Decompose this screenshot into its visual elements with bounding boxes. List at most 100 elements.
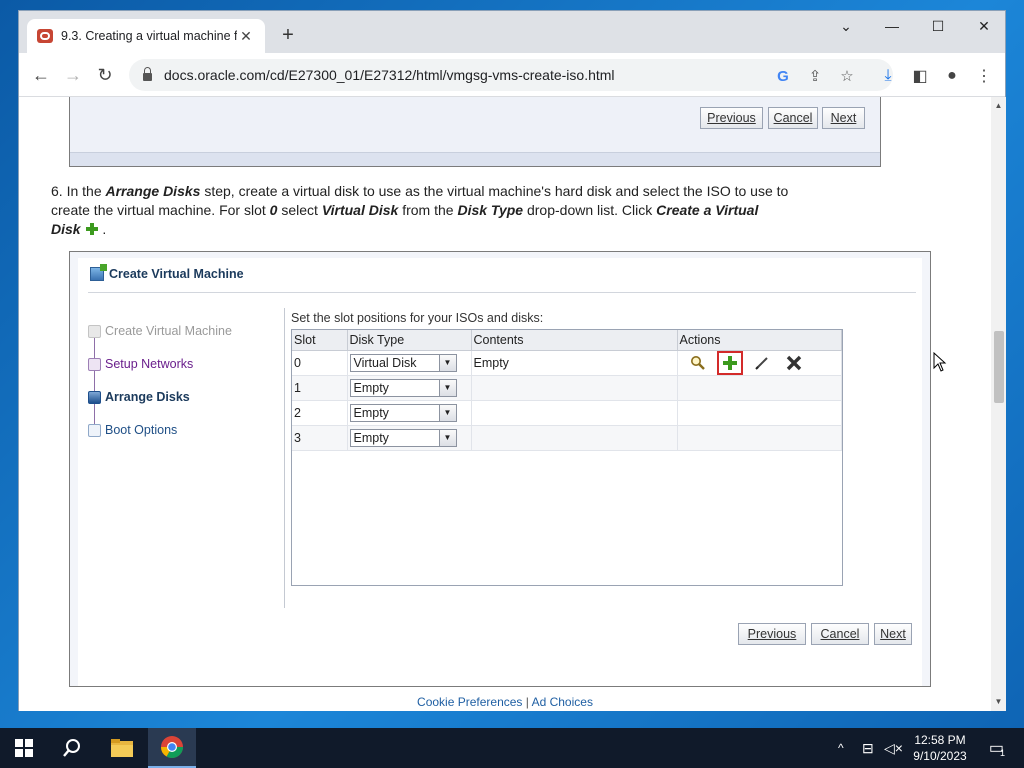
browser-tab[interactable]: 9.3. Creating a virtual machine fr ✕ bbox=[27, 19, 265, 53]
clock-date: 9/10/2023 bbox=[913, 749, 967, 763]
show-hidden-icons[interactable]: ^ bbox=[838, 728, 844, 768]
bookmark-star-icon[interactable]: ☆ bbox=[837, 66, 857, 86]
taskbar: ^ ⊟ ◁× 12:58 PM 9/10/2023 ▭ 1 bbox=[0, 728, 1024, 768]
disk-type-select[interactable]: Empty ▼ bbox=[349, 428, 457, 447]
train-connector bbox=[94, 334, 95, 434]
vertical-divider bbox=[284, 308, 285, 608]
clock[interactable]: 12:58 PM 9/10/2023 bbox=[906, 732, 974, 764]
back-arrow-icon[interactable]: ← bbox=[29, 63, 53, 87]
step-marker-icon bbox=[88, 324, 101, 338]
select-value: Empty bbox=[353, 380, 389, 395]
contents-cell bbox=[471, 400, 678, 426]
contents-cell bbox=[471, 425, 678, 451]
edit-pencil-icon[interactable] bbox=[750, 352, 774, 374]
file-explorer-icon[interactable] bbox=[98, 728, 146, 768]
disk-type-select[interactable]: Empty ▼ bbox=[349, 403, 457, 422]
select-value: Virtual Disk bbox=[353, 355, 417, 370]
previous-button: Previous bbox=[700, 107, 763, 129]
disk-type-cell: Empty ▼ bbox=[347, 400, 472, 426]
dialog-previous-button: Previous bbox=[738, 623, 806, 645]
oracle-favicon-icon bbox=[37, 29, 53, 43]
virtual-disk-term: Virtual Disk bbox=[321, 202, 399, 218]
vertical-scrollbar[interactable]: ▲ ▼ bbox=[991, 97, 1006, 711]
forward-arrow-icon[interactable]: → bbox=[61, 63, 85, 87]
google-translate-icon[interactable]: G bbox=[773, 66, 793, 86]
slot-cell: 0 bbox=[292, 350, 348, 376]
plus-icon bbox=[722, 355, 737, 370]
previous-screenshot-frame: Previous Cancel Next bbox=[69, 97, 881, 167]
title-divider bbox=[88, 292, 916, 293]
page-viewport: Previous Cancel Next 6. In the Arrange D… bbox=[19, 97, 991, 711]
table-row: 0 Virtual Disk ▼ Empty bbox=[292, 350, 842, 376]
close-tab-icon[interactable]: ✕ bbox=[237, 28, 255, 45]
network-icon[interactable]: ⊟ bbox=[862, 728, 874, 768]
scroll-down-icon[interactable]: ▼ bbox=[994, 697, 1003, 706]
maximize-button[interactable]: ☐ bbox=[915, 11, 961, 41]
mouse-cursor-icon bbox=[933, 351, 947, 375]
new-tab-button[interactable]: + bbox=[277, 25, 299, 45]
contents-cell bbox=[471, 375, 678, 401]
step-text: select bbox=[277, 202, 322, 218]
share-icon[interactable]: ⇪ bbox=[805, 66, 825, 86]
close-window-button[interactable]: ✕ bbox=[961, 11, 1007, 41]
volume-muted-icon[interactable]: ◁× bbox=[884, 728, 903, 768]
scroll-up-icon[interactable]: ▲ bbox=[994, 101, 1003, 110]
train-step-create-vm: Create Virtual Machine bbox=[88, 324, 232, 338]
cookie-preferences-link[interactable]: Cookie Preferences bbox=[417, 695, 522, 709]
column-header-slot: Slot bbox=[292, 330, 348, 351]
table-row: 3 Empty ▼ bbox=[292, 425, 842, 451]
profile-icon[interactable]: ● bbox=[941, 65, 963, 87]
address-bar[interactable]: docs.oracle.com/cd/E27300_01/E27312/html… bbox=[129, 59, 893, 91]
disk-type-select[interactable]: Empty ▼ bbox=[349, 378, 457, 397]
disk-type-select[interactable]: Virtual Disk ▼ bbox=[349, 353, 457, 372]
train-step-arrange-disks: Arrange Disks bbox=[88, 390, 190, 404]
step-marker-icon bbox=[88, 423, 101, 437]
ad-choices-link[interactable]: Ad Choices bbox=[532, 695, 593, 709]
notifications-icon[interactable]: ▭ 1 bbox=[982, 728, 1012, 768]
create-vm-icon bbox=[90, 264, 107, 281]
actions-cell bbox=[677, 350, 842, 376]
search-icon[interactable] bbox=[686, 352, 710, 374]
reload-icon[interactable]: ↻ bbox=[93, 63, 117, 87]
windows-start-icon[interactable] bbox=[0, 728, 48, 768]
scroll-thumb[interactable] bbox=[994, 331, 1004, 403]
train-step-label: Create Virtual Machine bbox=[105, 324, 232, 338]
contents-cell: Empty bbox=[471, 350, 678, 376]
dialog-cancel-button: Cancel bbox=[811, 623, 869, 645]
tab-title: 9.3. Creating a virtual machine fr bbox=[61, 29, 237, 43]
dialog-title-text: Create Virtual Machine bbox=[109, 267, 244, 281]
dropdown-arrow-icon: ▼ bbox=[438, 379, 456, 396]
minimize-button[interactable]: — bbox=[869, 11, 915, 41]
chrome-taskbar-icon[interactable] bbox=[148, 728, 196, 768]
step-marker-icon bbox=[88, 390, 101, 404]
step-text: In the bbox=[66, 183, 106, 199]
slot-cell: 3 bbox=[292, 425, 348, 451]
menu-kebab-icon[interactable]: ⋮ bbox=[973, 65, 995, 87]
tab-search-icon[interactable]: ⌄ bbox=[823, 11, 869, 41]
step-marker-icon bbox=[88, 357, 101, 371]
url-text: docs.oracle.com/cd/E27300_01/E27312/html… bbox=[164, 67, 615, 83]
side-panel-icon[interactable]: ◧ bbox=[909, 65, 931, 87]
dialog-body: Create Virtual Machine Create Virtual Ma… bbox=[78, 258, 922, 686]
download-icon[interactable]: ⤓ bbox=[877, 65, 899, 87]
browser-toolbar: ← → ↻ docs.oracle.com/cd/E27300_01/E2731… bbox=[19, 53, 1005, 97]
create-virtual-disk-button[interactable] bbox=[716, 350, 743, 375]
dialog-next-button: Next bbox=[874, 623, 912, 645]
plus-icon bbox=[86, 223, 99, 235]
actions-cell bbox=[677, 425, 842, 451]
arrange-disks-term: Arrange Disks bbox=[105, 183, 201, 199]
frame-footer bbox=[70, 152, 880, 166]
delete-x-icon[interactable] bbox=[782, 352, 806, 374]
select-value: Empty bbox=[353, 430, 389, 445]
table-row: 1 Empty ▼ bbox=[292, 375, 842, 401]
lock-icon bbox=[143, 67, 152, 81]
step-text: from the bbox=[398, 202, 458, 218]
table-row: 2 Empty ▼ bbox=[292, 400, 842, 426]
step-6-instructions: 6. In the Arrange Disks step, create a v… bbox=[51, 182, 791, 239]
slot-cell: 2 bbox=[292, 400, 348, 426]
tab-bar: 9.3. Creating a virtual machine fr ✕ + ⌄… bbox=[19, 11, 1005, 53]
footer-separator: | bbox=[525, 695, 529, 709]
disk-type-cell: Empty ▼ bbox=[347, 375, 472, 401]
search-icon[interactable] bbox=[48, 728, 96, 768]
notification-count: 1 bbox=[1000, 748, 1006, 758]
